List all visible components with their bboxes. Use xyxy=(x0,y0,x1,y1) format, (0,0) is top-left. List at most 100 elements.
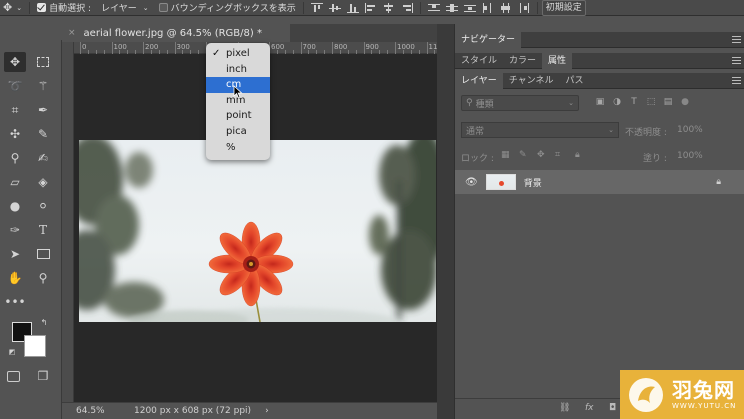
blur-tool[interactable]: ● xyxy=(4,196,26,216)
lock-paint-icon[interactable]: ✎ xyxy=(519,150,527,160)
distribute-left-icon[interactable] xyxy=(482,2,494,13)
quick-mask-button[interactable] xyxy=(2,366,24,386)
distribute-bottom-icon[interactable] xyxy=(463,3,476,13)
blend-mode-select[interactable]: 通常 ⌄ xyxy=(461,122,619,138)
type-filter-icon[interactable]: T xyxy=(629,97,639,107)
paint-bucket-tool[interactable]: ◈ xyxy=(32,172,54,192)
add-mask-icon[interactable]: ◘ xyxy=(609,403,616,413)
distribute-middle-icon[interactable] xyxy=(445,3,458,13)
align-middle-icon[interactable] xyxy=(328,3,341,13)
ruler-tick xyxy=(363,42,365,54)
opacity-value[interactable]: 100% xyxy=(677,125,703,135)
lock-artboard-icon[interactable]: ⌗ xyxy=(555,150,560,160)
menu-item-inch[interactable]: inch xyxy=(206,62,270,78)
dodge-icon: ⚪ xyxy=(37,199,49,213)
layer-row-background[interactable]: 👁︎ 背景 🔒︎ xyxy=(455,170,744,194)
tab-paths[interactable]: パス xyxy=(559,73,589,89)
align-right-icon[interactable] xyxy=(401,2,413,13)
panel-menu-icon[interactable] xyxy=(732,36,741,43)
marquee-tool[interactable] xyxy=(32,52,54,72)
pixel-filter-icon[interactable]: ▣ xyxy=(595,97,605,107)
layer-kind-filter[interactable]: ⚲ 種類 ⌄ xyxy=(461,95,579,111)
close-icon[interactable]: × xyxy=(68,28,76,38)
mouse-cursor-icon xyxy=(233,85,243,99)
default-colors-button[interactable]: ◩ xyxy=(6,346,18,358)
tab-channels[interactable]: チャンネル xyxy=(503,73,560,89)
more-icon: ••• xyxy=(4,295,26,309)
align-left-icon[interactable] xyxy=(364,2,377,13)
status-menu-arrow[interactable]: › xyxy=(265,406,269,416)
link-layers-icon[interactable]: ⛓ xyxy=(559,403,570,413)
healing-brush-tool[interactable]: ✣ xyxy=(4,124,26,144)
move-icon: ✥ xyxy=(3,1,13,14)
options-bar: ✥ ⌄ 自動選択 : レイヤー ⌄ バウンディングボックスを表示 初期設定 xyxy=(0,0,744,16)
crop-tool[interactable]: ⌗ xyxy=(4,100,26,120)
reset-button[interactable]: 初期設定 xyxy=(541,0,586,16)
tab-layers[interactable]: レイヤー xyxy=(455,72,503,89)
ruler-tick xyxy=(80,42,81,54)
menu-item-label: point xyxy=(226,110,252,122)
menu-item-label: pixel xyxy=(226,48,250,59)
eyedropper-tool[interactable]: ✒ xyxy=(32,100,54,120)
tab-color[interactable]: カラー xyxy=(503,53,542,69)
lasso-tool[interactable]: ➰ xyxy=(4,76,26,96)
menu-item-percent[interactable]: % xyxy=(206,140,270,156)
background-color-swatch[interactable] xyxy=(24,335,46,357)
menu-item-point[interactable]: point xyxy=(206,108,270,124)
path-selection-tool[interactable]: ➤ xyxy=(4,244,26,264)
document-tab[interactable]: × aerial flower.jpg @ 64.5% (RGB/8) * xyxy=(62,24,290,42)
menu-item-label: inch xyxy=(226,63,247,75)
auto-select-dropdown[interactable]: レイヤー ⌄ xyxy=(98,0,152,16)
fx-icon[interactable]: fx xyxy=(585,403,594,413)
distribute-right-icon[interactable] xyxy=(518,2,530,13)
adjustment-filter-icon[interactable]: ◑ xyxy=(612,97,622,107)
tab-properties[interactable]: 属性 xyxy=(542,52,573,69)
brush-tool[interactable]: ✎ xyxy=(32,124,54,144)
panel-column: ナビゲーター スタイル カラー 属性 レイヤー チャンネル パス ⚲ 種類 ⌄ … xyxy=(454,24,744,419)
rectangle-tool[interactable] xyxy=(32,244,54,264)
panel-menu-icon[interactable] xyxy=(732,57,741,64)
distribute-top-icon[interactable] xyxy=(427,3,440,13)
menu-item-pica[interactable]: pica xyxy=(206,124,270,140)
panel-menu-icon[interactable] xyxy=(732,77,741,84)
align-bottom-icon[interactable] xyxy=(346,3,359,13)
lock-transparent-icon[interactable]: ▦ xyxy=(501,150,510,160)
watermark-text: 羽兔网 xyxy=(672,377,735,402)
fill-value[interactable]: 100% xyxy=(677,151,703,161)
screen-mode-button[interactable]: ❐ xyxy=(32,366,54,386)
magic-wand-tool[interactable]: ⚚ xyxy=(32,76,54,96)
filter-toggle-icon[interactable]: ● xyxy=(680,97,690,107)
history-brush-tool[interactable]: ✍ xyxy=(32,148,54,168)
vertical-ruler[interactable] xyxy=(62,42,74,402)
move-tool[interactable]: ✥ xyxy=(4,52,26,72)
menu-item-pixel[interactable]: ✓ pixel xyxy=(206,46,270,62)
history-brush-icon: ✍ xyxy=(37,151,49,165)
lock-label: ロック : xyxy=(461,154,494,164)
shape-filter-icon[interactable]: ⬚ xyxy=(646,97,656,107)
clone-stamp-tool[interactable]: ⚲ xyxy=(4,148,26,168)
visibility-eye-icon[interactable]: 👁︎ xyxy=(465,177,478,188)
tab-navigator[interactable]: ナビゲーター xyxy=(455,31,522,48)
move-tool-preset[interactable]: ✥ ⌄ xyxy=(0,0,25,16)
lock-position-icon[interactable]: ✥ xyxy=(537,150,545,160)
more-tools[interactable]: ••• xyxy=(4,292,26,312)
align-center-icon[interactable] xyxy=(383,2,395,13)
hand-tool[interactable]: ✋ xyxy=(4,268,26,288)
opacity-label: 不透明度 : xyxy=(625,128,667,138)
distribute-center-icon[interactable] xyxy=(500,2,512,13)
blur-icon: ● xyxy=(9,199,21,213)
screen-mode-icon: ❐ xyxy=(37,369,49,383)
dodge-tool[interactable]: ⚪ xyxy=(32,196,54,216)
swap-colors-button[interactable]: ↰ xyxy=(38,316,50,328)
type-tool[interactable]: T xyxy=(32,220,54,240)
zoom-level[interactable]: 64.5% xyxy=(76,406,134,416)
lock-all-icon[interactable]: 🔒︎ xyxy=(575,150,580,160)
smart-object-filter-icon[interactable]: ▤ xyxy=(663,97,673,107)
pen-tool[interactable]: ✑ xyxy=(4,220,26,240)
auto-select-checkbox[interactable]: 自動選択 : xyxy=(34,0,94,16)
tab-styles[interactable]: スタイル xyxy=(455,53,503,69)
bounding-box-checkbox[interactable]: バウンディングボックスを表示 xyxy=(156,0,299,16)
zoom-tool[interactable]: ⚲ xyxy=(32,268,54,288)
align-top-icon[interactable] xyxy=(310,2,323,13)
eraser-tool[interactable]: ▱ xyxy=(4,172,26,192)
